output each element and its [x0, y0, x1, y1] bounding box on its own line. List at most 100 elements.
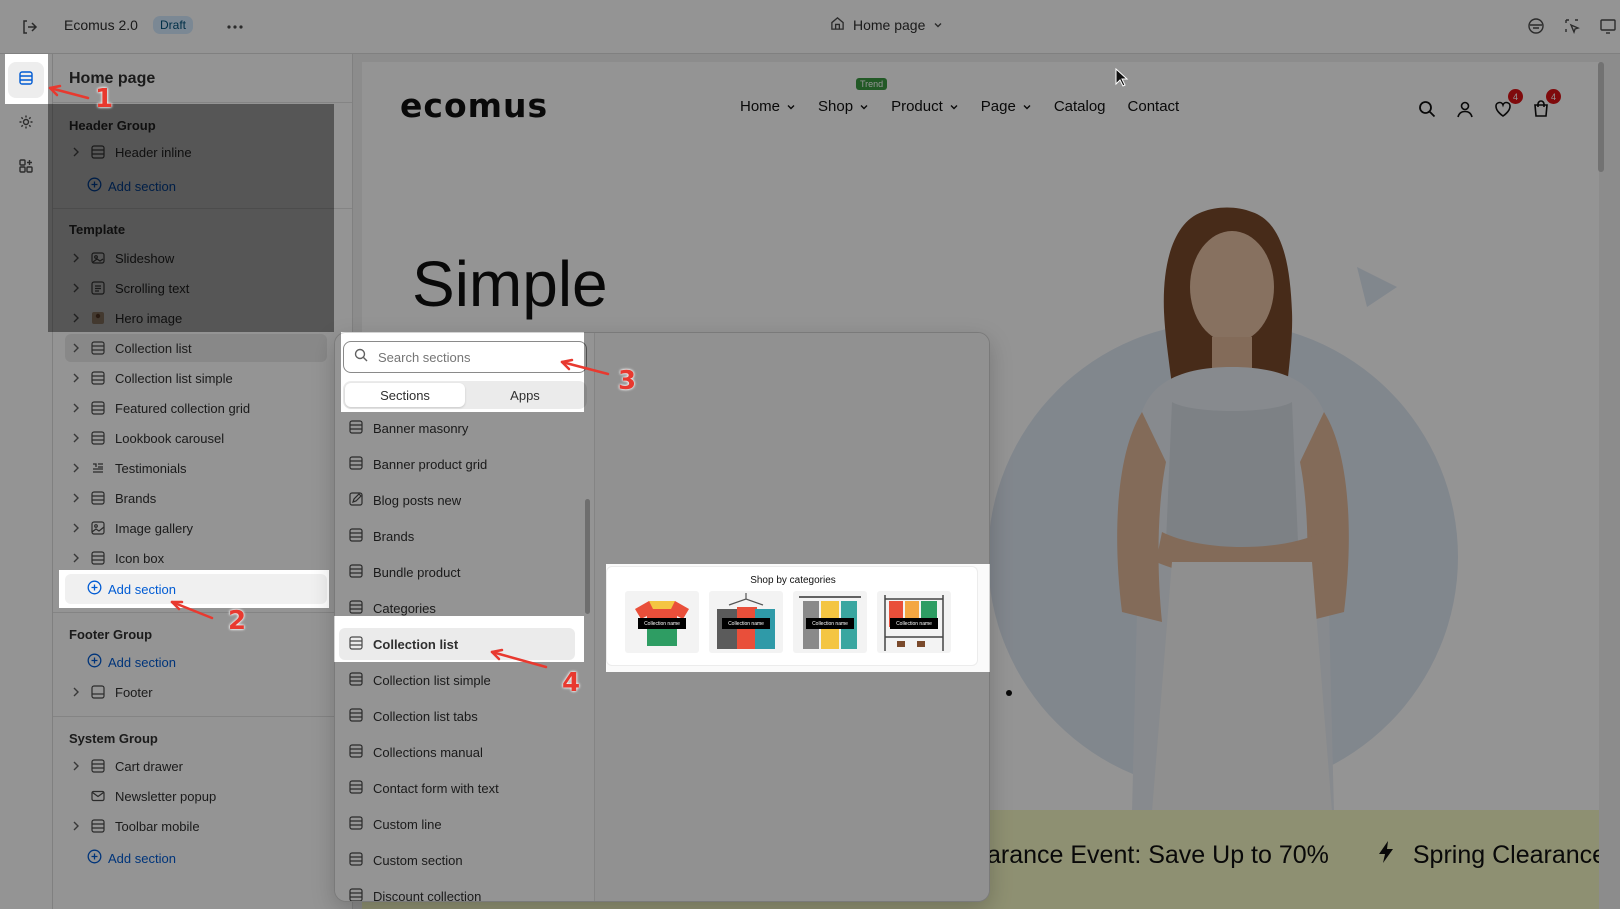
chevron-right-icon[interactable] — [67, 553, 85, 563]
section-option-label: Contact form with text — [373, 780, 499, 796]
section-icon — [349, 671, 363, 689]
section-icon — [349, 887, 363, 901]
chevron-right-icon[interactable] — [67, 403, 85, 413]
chevron-right-icon[interactable] — [67, 283, 85, 293]
tab-apps[interactable]: Apps — [465, 383, 585, 407]
section-icon — [349, 455, 363, 473]
wishlist-icon[interactable]: 4 — [1492, 89, 1523, 120]
section-item-label: Image gallery — [115, 520, 194, 536]
section-option[interactable]: Blog posts new — [339, 484, 575, 516]
annotation-marker: 3 — [618, 366, 637, 396]
section-option[interactable]: Categories — [339, 592, 575, 624]
search-sections-input[interactable] — [378, 349, 578, 365]
section-option[interactable]: Collections manual — [339, 736, 575, 768]
desktop-view-icon[interactable] — [1596, 14, 1620, 38]
section-item-brands[interactable]: Brands — [65, 484, 327, 512]
slide-indicator-dot[interactable] — [1006, 690, 1012, 696]
chevron-right-icon[interactable] — [67, 433, 85, 443]
add-section-footer-button[interactable]: Add section — [87, 650, 176, 674]
section-option[interactable]: Contact form with text — [339, 772, 575, 804]
section-item-toolbar-mobile[interactable]: Toolbar mobile — [65, 812, 327, 840]
chevron-right-icon[interactable] — [67, 313, 85, 323]
section-item-label: Icon box — [115, 550, 165, 566]
cart-icon[interactable]: 4 — [1530, 89, 1561, 120]
picker-scrollbar[interactable] — [585, 499, 590, 614]
section-option-label: Collections manual — [373, 744, 483, 760]
section-icon — [349, 743, 363, 761]
section-item-testimonials[interactable]: Testimonials — [65, 454, 327, 482]
hero-model-image — [1117, 207, 1349, 812]
chevron-right-icon[interactable] — [67, 373, 85, 383]
inspector-icon[interactable] — [1524, 14, 1548, 38]
apps-rail-button[interactable] — [8, 150, 44, 186]
page-selector[interactable]: Home page — [830, 16, 943, 34]
chevron-right-icon[interactable] — [67, 343, 85, 353]
annotation-marker: 1 — [95, 84, 114, 114]
chevron-right-icon[interactable] — [67, 687, 85, 697]
more-icon[interactable] — [222, 14, 248, 40]
section-option[interactable]: Banner masonry — [339, 412, 575, 444]
quote-icon — [89, 461, 107, 475]
nav-item-home[interactable]: Home — [740, 98, 796, 115]
chevron-right-icon[interactable] — [67, 253, 85, 263]
section-option[interactable]: Collection list simple — [339, 664, 575, 696]
plus-circle-icon — [87, 177, 102, 195]
plus-circle-icon — [87, 653, 102, 671]
section-option[interactable]: Custom section — [339, 844, 575, 876]
section-option[interactable]: Custom line — [339, 808, 575, 840]
preview-tile: Collection name — [709, 591, 783, 653]
preview-scrollbar[interactable] — [1596, 62, 1606, 909]
exit-icon[interactable] — [16, 14, 42, 40]
section-item-featured-collection-grid[interactable]: Featured collection grid — [65, 394, 327, 422]
sections-rail-button[interactable] — [8, 62, 44, 98]
system-group-title: System Group — [69, 731, 158, 746]
section-option[interactable]: Discount collection — [339, 880, 575, 901]
select-tool-icon[interactable] — [1560, 14, 1584, 38]
search-box[interactable] — [343, 341, 587, 373]
search-icon — [354, 348, 368, 367]
section-option[interactable]: Collection list tabs — [339, 700, 575, 732]
section-item-header-inline[interactable]: Header inline — [65, 138, 327, 166]
section-icon — [89, 401, 107, 415]
add-section-system-button[interactable]: Add section — [87, 846, 176, 870]
account-icon[interactable] — [1454, 98, 1476, 120]
chevron-right-icon[interactable] — [67, 523, 85, 533]
section-item-cart-drawer[interactable]: Cart drawer — [65, 752, 327, 780]
section-item-collection-list-simple[interactable]: Collection list simple — [65, 364, 327, 392]
section-item-hero-image[interactable]: Hero image — [65, 304, 327, 332]
chevron-right-icon[interactable] — [67, 147, 85, 157]
chevron-right-icon[interactable] — [67, 821, 85, 831]
section-option[interactable]: Collection list — [339, 628, 575, 660]
marquee-text: Spring Clearance E — [1412, 841, 1599, 869]
section-preview-card: Shop by categories Collection name Colle… — [606, 566, 978, 666]
nav-item-product[interactable]: Product — [891, 98, 959, 115]
section-item-footer[interactable]: Footer — [65, 678, 327, 706]
section-item-slideshow[interactable]: Slideshow — [65, 244, 327, 272]
chevron-right-icon[interactable] — [67, 761, 85, 771]
section-item-collection-list[interactable]: Collection list — [65, 334, 327, 362]
nav-item-page[interactable]: Page — [981, 98, 1032, 115]
add-section-template-button[interactable]: Add section — [65, 574, 327, 604]
section-option[interactable]: Bundle product — [339, 556, 575, 588]
tab-sections[interactable]: Sections — [345, 383, 465, 407]
section-item-image-gallery[interactable]: Image gallery — [65, 514, 327, 542]
section-item-icon-box[interactable]: Icon box — [65, 544, 327, 572]
chevron-right-icon[interactable] — [67, 463, 85, 473]
chevron-right-icon[interactable] — [67, 493, 85, 503]
add-section-label: Add section — [108, 178, 176, 194]
search-icon[interactable] — [1416, 98, 1438, 120]
store-logo[interactable]: ecomus — [400, 86, 548, 125]
nav-item-contact[interactable]: Contact — [1128, 98, 1180, 115]
section-item-newsletter-popup[interactable]: Newsletter popup — [65, 782, 327, 810]
section-option[interactable]: Brands — [339, 520, 575, 552]
add-section-header-button[interactable]: Add section — [87, 174, 176, 198]
section-item-lookbook-carousel[interactable]: Lookbook carousel — [65, 424, 327, 452]
nav-item-catalog[interactable]: Catalog — [1054, 98, 1106, 115]
nav-item-shop[interactable]: Trend Shop — [818, 78, 888, 115]
section-icon — [89, 341, 107, 355]
preview-tile: Collection name — [625, 591, 699, 653]
section-option-label: Custom line — [373, 816, 442, 832]
settings-rail-button[interactable] — [8, 106, 44, 142]
section-item-scrolling-text[interactable]: Scrolling text — [65, 274, 327, 302]
section-option[interactable]: Banner product grid — [339, 448, 575, 480]
